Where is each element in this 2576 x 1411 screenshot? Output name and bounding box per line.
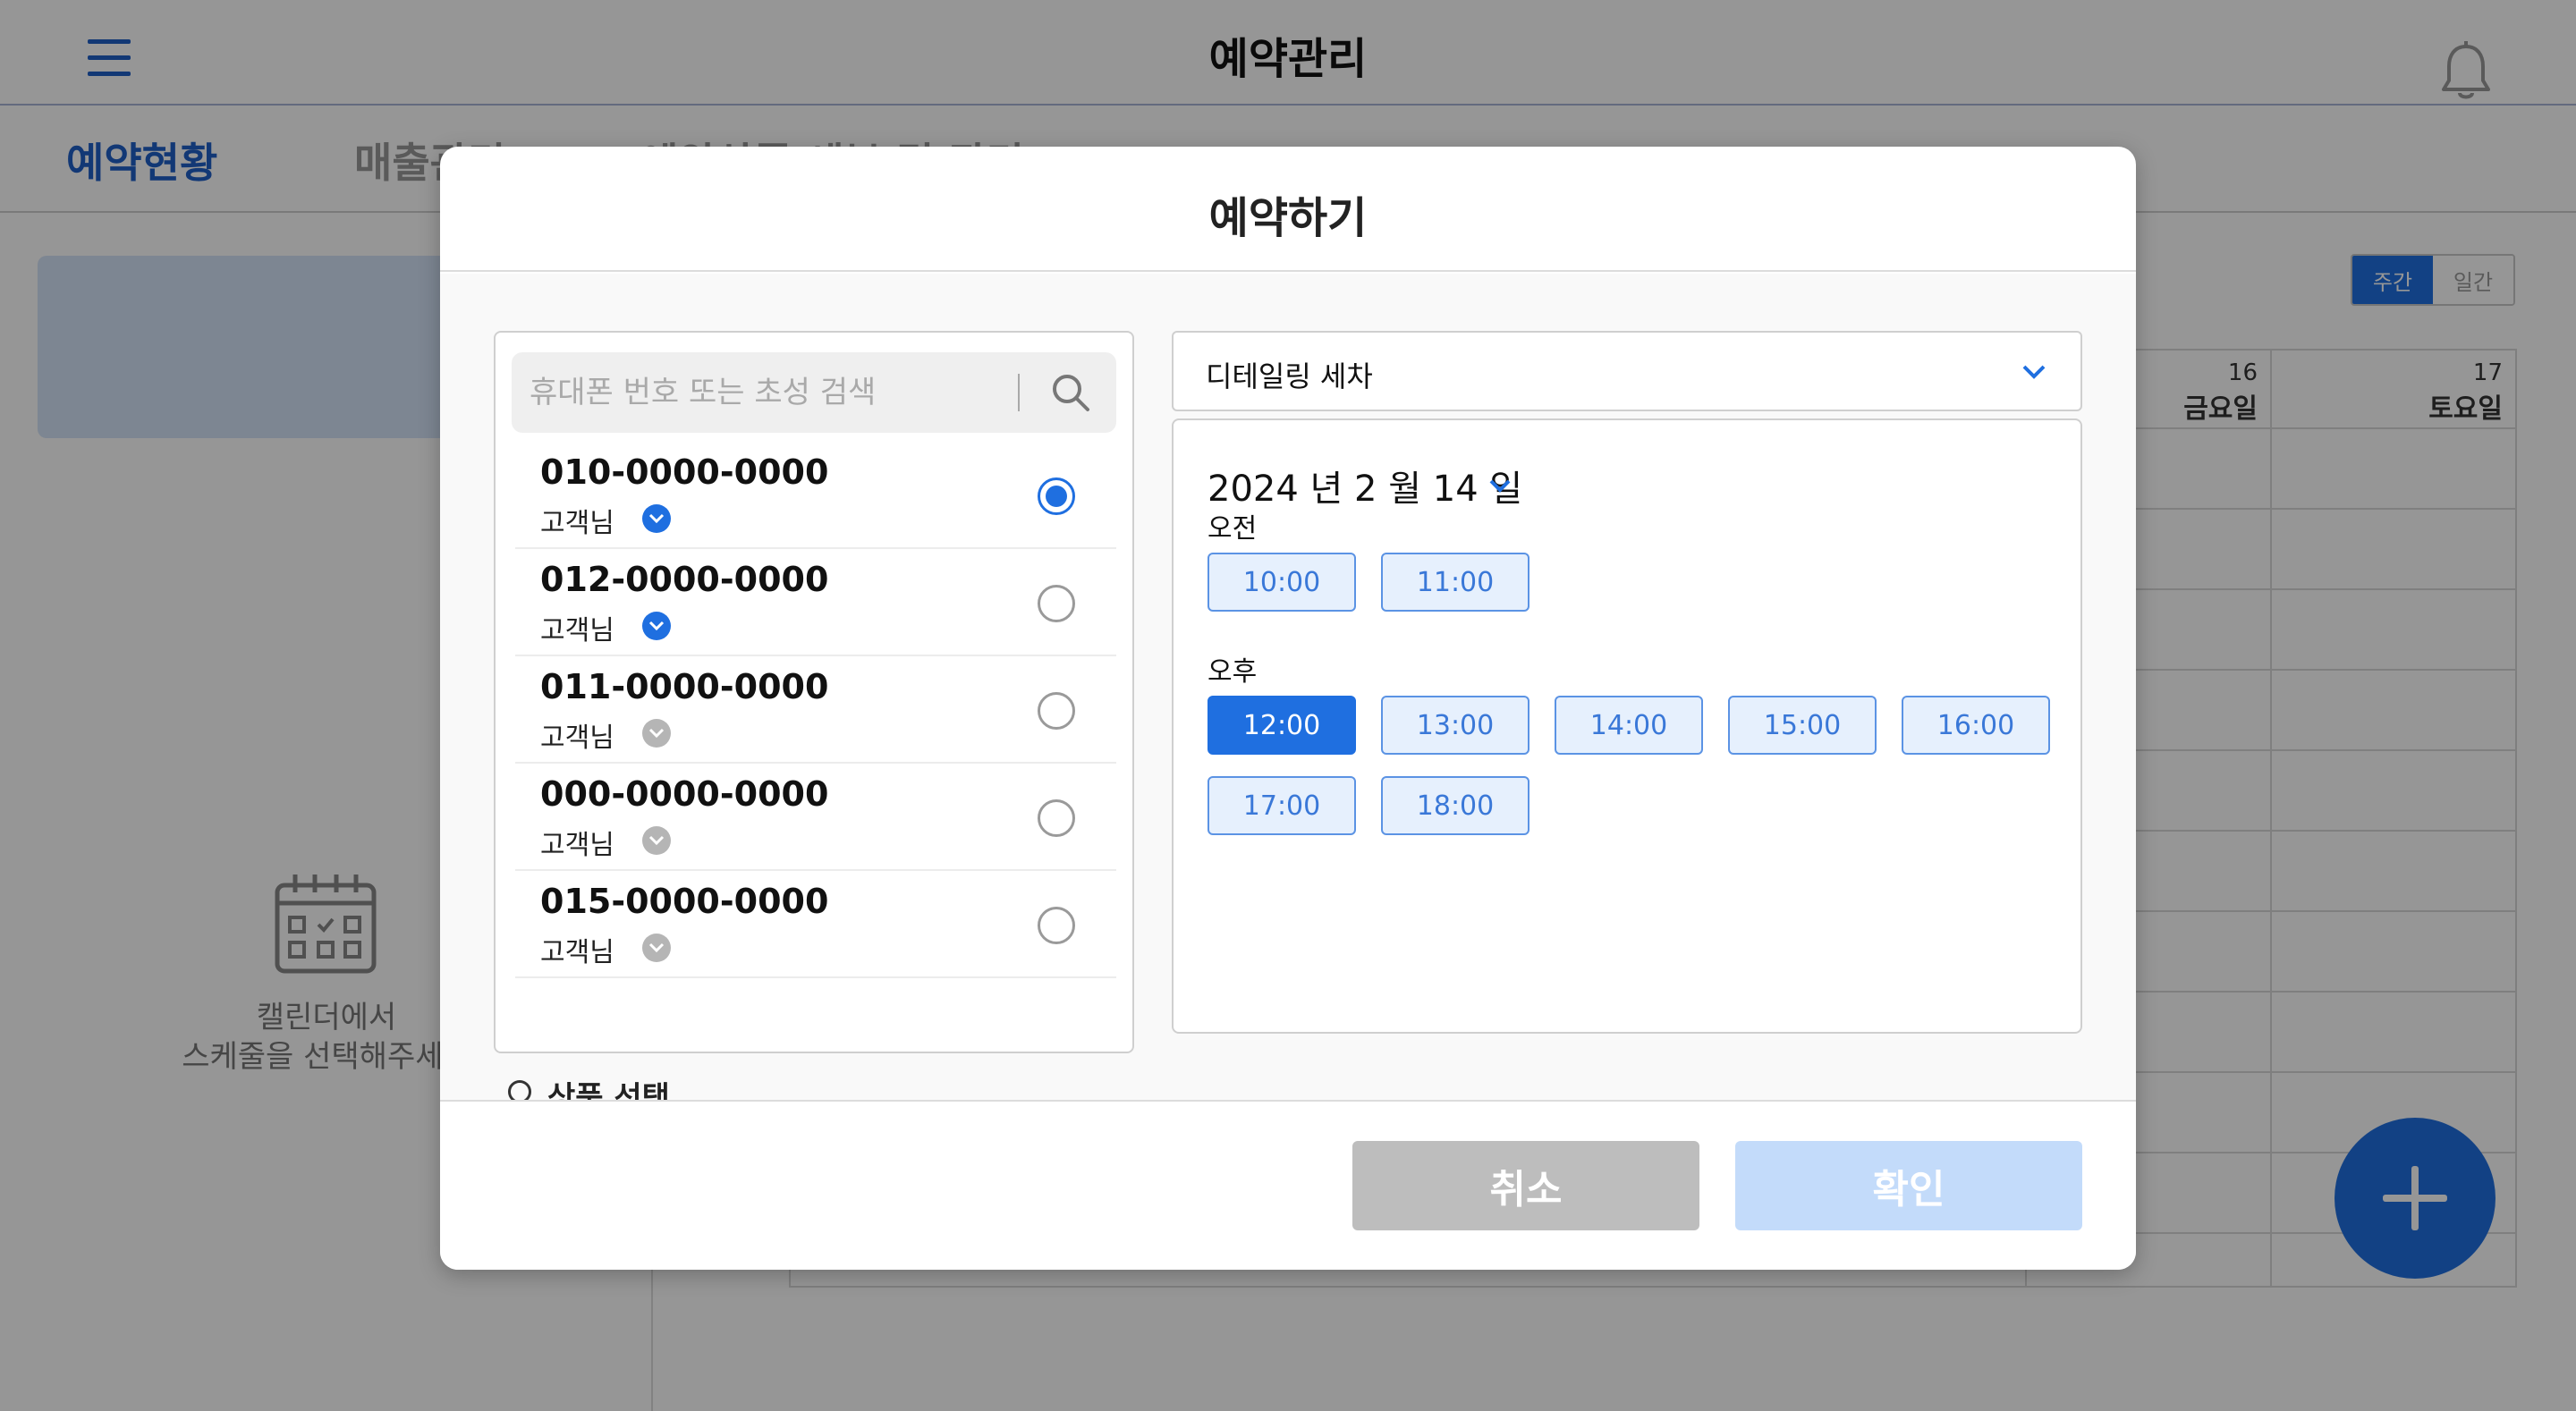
customer-phone: 010-0000-0000 (540, 452, 829, 492)
afternoon-label: 오후 (1208, 656, 1258, 688)
customer-panel: 010-0000-0000 고객님 012-0000-0000 고객님 011-… (494, 331, 1134, 1053)
chevron-down-icon (642, 826, 671, 855)
service-selected-value: 디테일링 세차 (1206, 359, 1373, 393)
date-year: 2024 (1208, 469, 1299, 510)
confirm-button[interactable]: 확인 (1735, 1141, 2082, 1230)
morning-label: 오전 (1208, 513, 1258, 545)
customer-phone: 011-0000-0000 (540, 667, 829, 706)
schedule-panel: 2024 년 2 월 14 일 오전 10:00 11:00 오후 12:00 … (1172, 418, 2082, 1034)
customer-phone: 012-0000-0000 (540, 560, 829, 599)
customer-label: 고객님 (540, 615, 614, 646)
modal-header: 예약하기 (440, 147, 2136, 272)
time-slot[interactable]: 18:00 (1381, 776, 1530, 835)
date-month-unit: 월 (1388, 469, 1422, 510)
customer-phone: 015-0000-0000 (540, 882, 829, 921)
time-slot[interactable]: 13:00 (1381, 696, 1530, 755)
customer-label: 고객님 (540, 937, 614, 968)
service-select[interactable]: 디테일링 세차 (1172, 331, 2082, 411)
customer-label: 고객님 (540, 722, 614, 754)
customer-item[interactable]: 000-0000-0000 고객님 (515, 764, 1116, 871)
customer-label: 고객님 (540, 508, 614, 539)
modal-title: 예약하기 (1208, 193, 1368, 243)
time-slot[interactable]: 15:00 (1728, 696, 1877, 755)
date-day: 14 (1432, 469, 1479, 510)
date-month: 2 (1354, 469, 1377, 510)
customer-item[interactable]: 015-0000-0000 고객님 (515, 871, 1116, 978)
time-slot[interactable]: 11:00 (1381, 553, 1530, 612)
search-input[interactable] (530, 363, 1030, 422)
customer-item[interactable]: 010-0000-0000 고객님 (515, 442, 1116, 549)
chevron-down-icon (642, 719, 671, 748)
customer-item[interactable]: 011-0000-0000 고객님 (515, 656, 1116, 764)
customer-item[interactable]: 012-0000-0000 고객님 (515, 549, 1116, 656)
search-icon[interactable] (1048, 370, 1093, 415)
modal-footer: 취소 확인 (440, 1100, 2136, 1270)
customer-phone: 000-0000-0000 (540, 774, 829, 814)
search-separator (1018, 374, 1020, 411)
cancel-button[interactable]: 취소 (1352, 1141, 1699, 1230)
customer-radio[interactable] (1038, 907, 1075, 944)
search-box (512, 352, 1116, 433)
customer-label: 고객님 (540, 830, 614, 861)
time-slot[interactable]: 14:00 (1555, 696, 1703, 755)
reservation-modal: 예약하기 010-0000-0000 고객님 012-0000-0000 고객님 (440, 147, 2136, 1270)
customer-radio[interactable] (1038, 477, 1075, 515)
date-year-unit: 년 (1309, 469, 1343, 510)
time-slot[interactable]: 10:00 (1208, 553, 1356, 612)
chevron-down-icon (642, 612, 671, 640)
time-slot[interactable]: 16:00 (1902, 696, 2050, 755)
chevron-down-icon (642, 934, 671, 962)
chevron-down-icon[interactable] (1488, 477, 1512, 494)
customer-list: 010-0000-0000 고객님 012-0000-0000 고객님 011-… (515, 442, 1116, 978)
customer-radio[interactable] (1038, 585, 1075, 622)
customer-radio[interactable] (1038, 692, 1075, 730)
date-picker[interactable]: 2024 년 2 월 14 일 (1208, 460, 1522, 511)
chevron-down-icon (2022, 365, 2046, 379)
customer-radio[interactable] (1038, 799, 1075, 837)
chevron-down-icon (642, 504, 671, 533)
time-slot[interactable]: 17:00 (1208, 776, 1356, 835)
time-slot-selected[interactable]: 12:00 (1208, 696, 1356, 755)
